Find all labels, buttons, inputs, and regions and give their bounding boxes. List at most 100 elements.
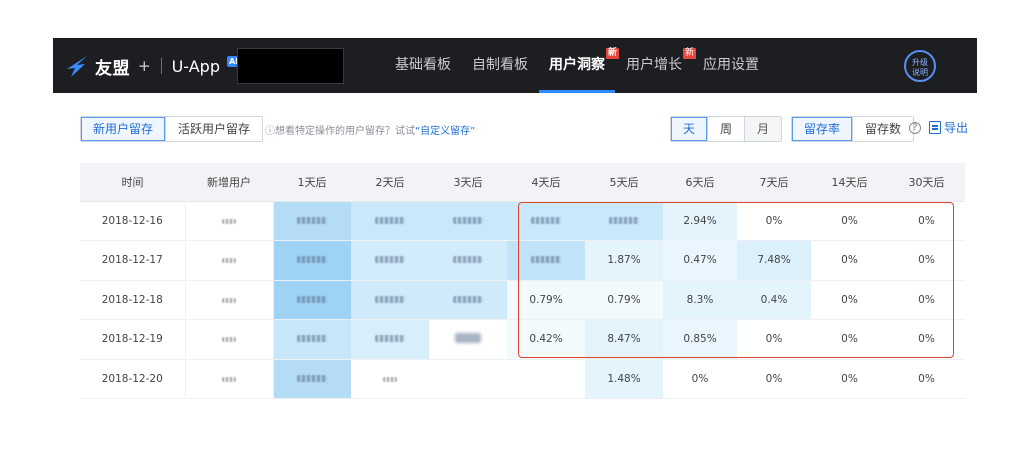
retention-cell[interactable] xyxy=(351,359,429,399)
retention-cell[interactable]: 8.47% xyxy=(585,319,663,360)
tab-week[interactable]: 周 xyxy=(708,117,746,141)
export-button[interactable]: 导出 xyxy=(929,119,968,136)
retention-cell[interactable]: 0.85% xyxy=(663,319,737,360)
retention-cell[interactable]: 0% xyxy=(888,280,965,320)
retention-cell[interactable]: 0% xyxy=(811,240,888,281)
table-row: 2018-12-16 2.94% 0% 0% 0% xyxy=(80,201,965,241)
redacted-value xyxy=(297,374,328,382)
column-header[interactable]: 1天后 xyxy=(273,163,351,202)
retention-cell[interactable]: 0.79% xyxy=(585,280,663,320)
nav-item-custom-dashboard[interactable]: 自制看板 xyxy=(462,38,538,93)
retention-cell[interactable] xyxy=(351,201,429,241)
table-header-row: 时间 新增用户 1天后 2天后 3天后 4天后 5天后 6天后 7天后 14天后… xyxy=(80,163,965,202)
retention-cell[interactable]: 0% xyxy=(811,319,888,360)
retention-cell[interactable] xyxy=(273,319,351,360)
hint-text: 想看特定操作的用户留存？试试 xyxy=(275,126,415,137)
column-header[interactable]: 2天后 xyxy=(351,163,429,202)
retention-cell[interactable] xyxy=(273,280,351,320)
retention-cell[interactable]: 0% xyxy=(811,280,888,320)
retention-cell[interactable]: 0% xyxy=(663,359,737,399)
retention-cell[interactable]: 0% xyxy=(888,201,965,241)
redacted-value xyxy=(222,337,236,343)
retention-cell[interactable] xyxy=(273,201,351,241)
help-icon[interactable]: ? xyxy=(909,122,921,134)
redacted-value xyxy=(531,216,561,224)
retention-cell[interactable]: 0% xyxy=(737,359,811,399)
retention-cell[interactable] xyxy=(273,359,351,399)
upgrade-info-button[interactable]: 升级 说明 xyxy=(904,50,936,82)
retention-cell[interactable]: 0% xyxy=(888,240,965,281)
redacted-value xyxy=(222,258,236,264)
logo-app-text: U-App xyxy=(171,56,220,76)
custom-retention-link[interactable]: “自定义留存” xyxy=(415,126,475,137)
tab-active-user-retention[interactable]: 活跃用户留存 xyxy=(166,117,263,141)
table-row: 2018-12-17 1.87% 0.47% 7.48% 0% 0% xyxy=(80,240,965,281)
retention-cell[interactable]: 0% xyxy=(737,201,811,241)
retention-cell[interactable] xyxy=(429,280,507,320)
nav-item-basic-dashboard[interactable]: 基础看板 xyxy=(385,38,461,93)
column-header[interactable]: 5天后 xyxy=(585,163,663,202)
redacted-app-selector[interactable] xyxy=(237,48,344,84)
tab-day[interactable]: 天 xyxy=(671,117,709,141)
retention-cell[interactable]: 7.48% xyxy=(737,240,811,281)
column-header[interactable]: 7天后 xyxy=(737,163,811,202)
nav-item-user-insight[interactable]: 用户洞察 新 xyxy=(539,38,619,93)
new-users-cell xyxy=(185,240,274,281)
table-row: 2018-12-18 0.79% 0.79% 8.3% 0.4% 0% 0% xyxy=(80,280,965,320)
column-header[interactable]: 14天后 xyxy=(811,163,888,202)
retention-cell[interactable]: 0% xyxy=(811,359,888,399)
retention-cell[interactable] xyxy=(351,319,429,360)
retention-cell[interactable] xyxy=(351,280,429,320)
retention-cell[interactable]: 0.47% xyxy=(663,240,737,281)
column-header[interactable]: 时间 xyxy=(80,163,185,202)
date-cell: 2018-12-20 xyxy=(80,359,186,399)
retention-cell[interactable] xyxy=(429,319,507,360)
retention-cell[interactable]: 1.87% xyxy=(585,240,663,281)
tab-month[interactable]: 月 xyxy=(745,117,782,141)
tab-retention-rate[interactable]: 留存率 xyxy=(792,117,854,141)
retention-cell[interactable]: 0% xyxy=(888,359,965,399)
redacted-value xyxy=(375,256,405,264)
retention-cell[interactable]: 0.79% xyxy=(507,280,585,320)
retention-cell[interactable] xyxy=(507,240,585,281)
retention-cell[interactable]: 0.4% xyxy=(737,280,811,320)
retention-cell[interactable] xyxy=(507,359,585,399)
retention-cell[interactable]: 0% xyxy=(888,319,965,360)
retention-cell[interactable]: 1.48% xyxy=(585,359,663,399)
redacted-value xyxy=(222,218,236,224)
column-header[interactable]: 4天后 xyxy=(507,163,585,202)
retention-cell[interactable]: 8.3% xyxy=(663,280,737,320)
redacted-value xyxy=(297,295,328,303)
retention-cell[interactable]: 0.42% xyxy=(507,319,585,360)
column-header[interactable]: 3天后 xyxy=(429,163,507,202)
redacted-value xyxy=(453,295,483,303)
redacted-value xyxy=(222,297,236,303)
column-header[interactable]: 6天后 xyxy=(663,163,737,202)
retention-cell[interactable] xyxy=(429,201,507,241)
retention-cell[interactable]: 2.94% xyxy=(663,201,737,241)
nav-item-label: 自制看板 xyxy=(472,57,528,73)
nav-item-user-growth[interactable]: 用户增长 新 xyxy=(616,38,696,93)
date-cell: 2018-12-16 xyxy=(80,201,186,241)
column-header[interactable]: 新增用户 xyxy=(185,163,273,202)
retention-cell[interactable] xyxy=(273,240,351,281)
retention-cell[interactable] xyxy=(429,240,507,281)
retention-cell[interactable]: 0% xyxy=(811,201,888,241)
upgrade-line-2: 说明 xyxy=(912,68,928,77)
tab-new-user-retention[interactable]: 新用户留存 xyxy=(81,117,167,141)
redacted-value xyxy=(375,295,405,303)
nav-item-app-settings[interactable]: 应用设置 xyxy=(693,38,769,93)
redacted-value xyxy=(609,216,639,224)
retention-cell[interactable] xyxy=(507,201,585,241)
nav-item-label: 用户增长 xyxy=(626,57,682,73)
column-header[interactable]: 30天后 xyxy=(888,163,965,202)
period-tabs: 天 周 月 xyxy=(670,116,783,142)
tab-retention-count[interactable]: 留存数 xyxy=(853,117,914,141)
main-nav: 基础看板 自制看板 用户洞察 新 用户增长 新 应用设置 xyxy=(385,38,770,93)
retention-cell[interactable] xyxy=(429,359,507,399)
retention-cell[interactable] xyxy=(585,201,663,241)
retention-cell[interactable]: 0% xyxy=(737,319,811,360)
swallow-logo-icon xyxy=(67,56,87,77)
retention-cell[interactable] xyxy=(351,240,429,281)
umeng-logo[interactable]: 友盟 + U-App AI xyxy=(65,52,241,80)
